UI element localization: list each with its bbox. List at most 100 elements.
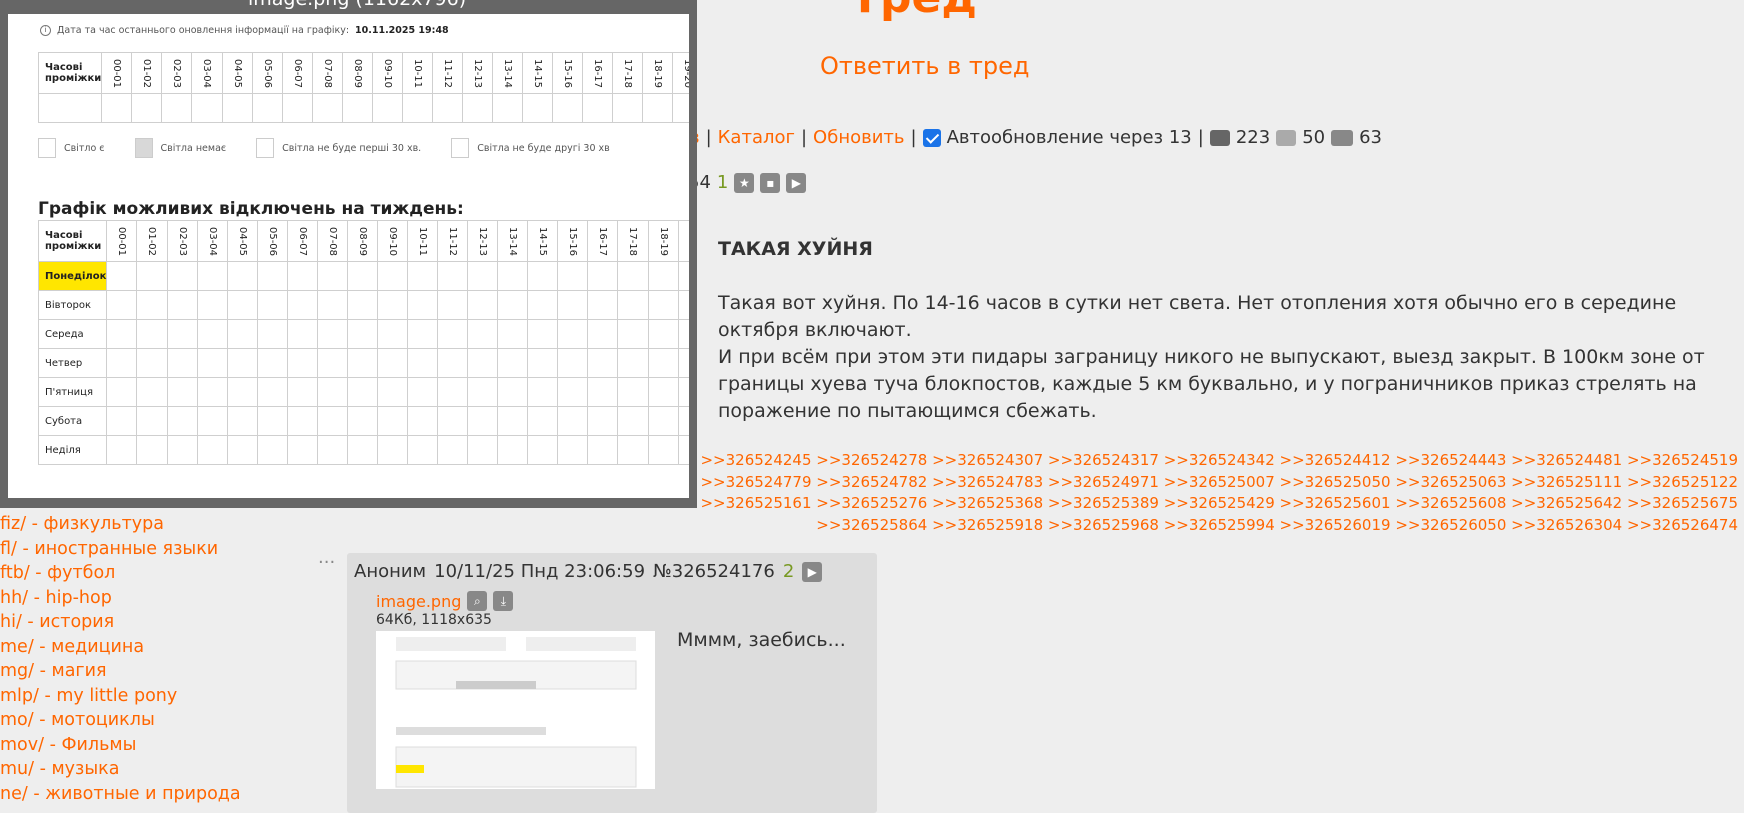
play-icon[interactable]: ▶ [802,561,823,582]
hour-header: 01-02 [136,220,168,262]
star-icon[interactable]: ★ [734,172,755,193]
hour-cell [647,290,679,320]
hour-cell [462,93,494,123]
reply-link[interactable]: >>326524782 [816,473,927,491]
reply-link[interactable]: >>326525994 [1164,516,1275,534]
reply-link[interactable]: >>326524481 [1511,451,1622,469]
board-link[interactable]: me/ - медицина [0,635,241,660]
download-icon[interactable]: ⤓ [493,591,514,611]
board-link[interactable]: ftb/ - футбол [0,561,241,586]
hour-cell [136,406,168,436]
nav-separator: | [800,127,808,148]
update-info-value: 10.11.2025 19:48 [355,25,449,36]
reply-link[interactable]: >>326525111 [1511,473,1622,491]
hour-cell [587,435,619,465]
legend-swatch [256,138,275,158]
autoupdate-checkbox[interactable] [922,128,941,147]
reply-link[interactable]: >>326526304 [1511,516,1622,534]
board-link[interactable]: mu/ - музыка [0,757,241,782]
board-link[interactable]: hi/ - история [0,610,241,635]
reply-link[interactable]: >>326525276 [816,494,927,512]
hour-cell [226,261,258,291]
reply-link[interactable]: >>326525007 [1164,473,1275,491]
reply-link[interactable]: >>326525608 [1395,494,1506,512]
post-number[interactable]: №326524176 [653,561,775,582]
more-options-icon[interactable]: ··· [318,552,335,573]
board-link[interactable]: mg/ - магия [0,659,241,684]
hour-header: 19-20 [677,220,689,262]
reply-link[interactable]: >>326525918 [932,516,1043,534]
reply-link[interactable]: >>326524245 [700,451,811,469]
catalog-link[interactable]: Каталог [718,127,795,148]
reply-link[interactable]: >>326525389 [1048,494,1159,512]
reply-link[interactable]: >>326525063 [1395,473,1506,491]
day-label: Субота [37,406,108,436]
reply-link[interactable]: >>326524412 [1280,451,1391,469]
reply-link[interactable]: >>326525122 [1627,473,1738,491]
reply-link[interactable]: >>326524783 [932,473,1043,491]
hour-cell [527,377,559,407]
reply-link[interactable]: >>326525050 [1280,473,1391,491]
reply-link[interactable]: >>326525161 [700,494,811,512]
search-icon[interactable]: ⌕ [467,591,488,611]
reply-to-thread-link[interactable]: Ответить в тред [820,52,1029,80]
reply-link[interactable]: >>326524317 [1048,451,1159,469]
hour-header: 11-12 [437,220,469,262]
hour-cell [136,319,168,349]
file-name-link[interactable]: image.png [376,592,461,611]
hour-cell [106,435,138,465]
hour-cell [371,93,403,123]
hour-label: 16-17 [597,226,609,256]
hour-header: 07-08 [316,220,348,262]
board-link[interactable]: fiz/ - физкультура [0,512,241,537]
hour-cell [467,348,499,378]
refresh-link[interactable]: Обновить [813,127,904,148]
comment-icon [1209,129,1230,146]
reply-link[interactable]: >>326524519 [1627,451,1738,469]
reply-link[interactable]: >>326525368 [932,494,1043,512]
hide-icon[interactable]: ▪ [760,172,781,193]
reply-link[interactable]: >>326524342 [1164,451,1275,469]
reply-link[interactable]: >>326524278 [816,451,927,469]
board-link[interactable]: ne/ - животные и природа [0,782,241,807]
hour-cell [106,406,138,436]
reply-link[interactable]: >>326525642 [1511,494,1622,512]
hour-cell [101,93,133,123]
reply-link[interactable]: >>326526019 [1280,516,1391,534]
play-icon[interactable]: ▶ [786,172,807,193]
reply-link[interactable]: >>326526050 [1395,516,1506,534]
board-link[interactable]: fl/ - иностранные языки [0,537,241,562]
op-message-line: Такая вот хуйня. По 14-16 часов в сутки … [718,292,1677,341]
hour-label: 04-05 [236,226,248,256]
reply-link[interactable]: >>326524779 [700,473,811,491]
reply-post: Аноним 10/11/25 Пнд 23:06:59 №326524176 … [347,553,877,813]
hour-cell [497,319,529,349]
hour-cell [647,261,679,291]
board-link[interactable]: mov/ - Фильмы [0,733,241,758]
hour-cell [617,290,649,320]
board-link[interactable]: mlp/ - my little pony [0,684,241,709]
reply-link[interactable]: >>326526474 [1627,516,1738,534]
hour-cell [286,290,318,320]
hour-cell [407,377,439,407]
legend-swatch [38,138,56,158]
hour-cell [437,319,469,349]
reply-link[interactable]: >>326525601 [1280,494,1391,512]
reply-link[interactable]: >>326524307 [932,451,1043,469]
hour-cell [346,435,378,465]
reply-link[interactable]: >>326525675 [1627,494,1738,512]
hour-cell [136,348,168,378]
board-link[interactable]: mo/ - мотоциклы [0,708,241,733]
reply-link[interactable]: >>326525429 [1164,494,1275,512]
reply-link[interactable]: >>326525864 [816,516,927,534]
reply-link[interactable]: >>326525968 [1048,516,1159,534]
nav-separator: | [1197,127,1204,148]
board-link[interactable]: hh/ - hip-hop [0,586,241,611]
reply-link[interactable]: >>326524971 [1048,473,1159,491]
hour-header: 00-01 [101,52,133,94]
reply-link[interactable]: >>326524443 [1395,451,1506,469]
image-viewer[interactable]: image.png (1162x796) i Дата та час остан… [0,0,697,508]
hour-cell [527,261,559,291]
hour-cell [286,406,318,436]
image-thumbnail[interactable] [376,631,655,789]
